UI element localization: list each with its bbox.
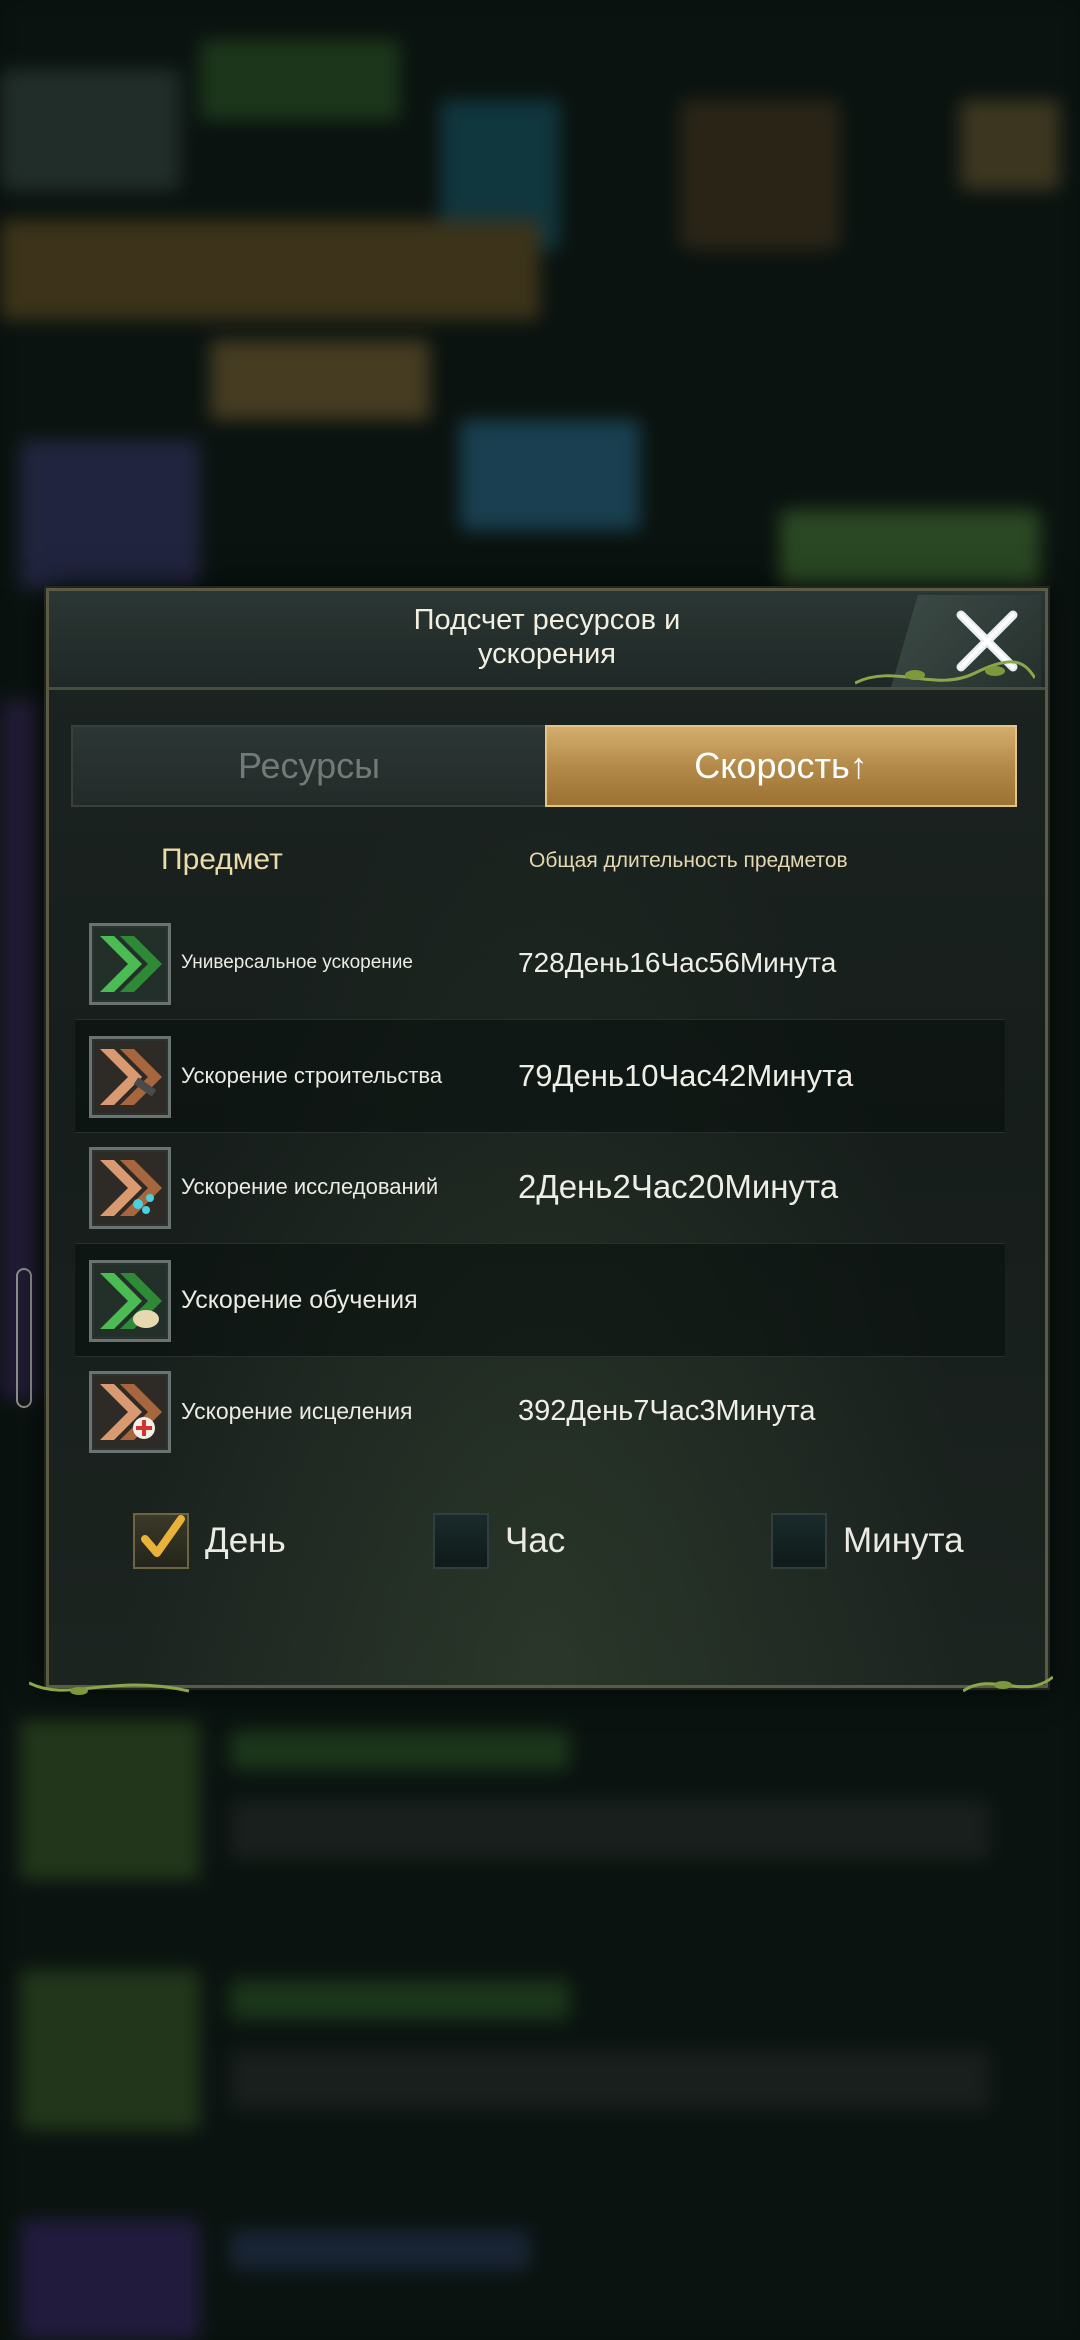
item-icon-frame <box>89 923 171 1005</box>
item-name: Ускорение строительства <box>181 1063 443 1088</box>
healing-speedup-icon <box>94 1376 166 1448</box>
minute-checkbox[interactable] <box>771 1513 827 1569</box>
item-icon-frame <box>89 1260 171 1342</box>
item-name: Универсальное ускорение <box>181 952 413 973</box>
checkmark-icon <box>141 1515 185 1557</box>
unit-minute-option[interactable]: Минута <box>771 1511 964 1571</box>
unit-day-option[interactable]: День <box>133 1511 286 1571</box>
unit-day-label: День <box>205 1521 286 1560</box>
side-handle[interactable] <box>16 1268 32 1408</box>
dialog-title-line1: Подсчет ресурсов и <box>413 604 681 636</box>
training-speedup-icon <box>94 1265 166 1337</box>
item-duration: 2День2Час20Минута <box>518 1168 839 1205</box>
universal-speedup-icon <box>94 928 166 1000</box>
list-item-research[interactable]: Ускорение исследований 2День2Час20Минута <box>75 1131 1005 1243</box>
list-item-construction[interactable]: Ускорение строительства 79День10Час42Мин… <box>75 1019 1005 1133</box>
list-item-healing[interactable]: Ускорение исцеления 392День7Час3Минута <box>75 1355 1005 1467</box>
hour-checkbox[interactable] <box>433 1513 489 1569</box>
item-name: Ускорение обучения <box>181 1285 418 1314</box>
unit-hour-label: Час <box>505 1521 566 1560</box>
vine-ornament <box>855 660 1035 685</box>
column-header-duration: Общая длительность предметов <box>529 849 848 872</box>
item-icon-frame <box>89 1147 171 1229</box>
item-name: Ускорение исследований <box>181 1174 439 1199</box>
speedup-summary-dialog: Подсчет ресурсов и ускорения Ресурсы Ско… <box>29 588 1053 1695</box>
day-checkbox[interactable] <box>133 1513 189 1569</box>
list-item-universal[interactable]: Универсальное ускорение 728День16Час56Ми… <box>75 907 1005 1019</box>
tab-bar: Ресурсы Скорость↑ <box>71 725 1017 807</box>
item-duration: 79День10Час42Минута <box>518 1058 854 1093</box>
vine-ornament-bottom-right <box>963 1675 1053 1693</box>
tab-speed[interactable]: Скорость↑ <box>545 725 1017 807</box>
dialog-header: Подсчет ресурсов и ускорения <box>49 591 1045 690</box>
vine-ornament-bottom-left <box>29 1681 189 1695</box>
unit-minute-label: Минута <box>843 1521 964 1560</box>
research-speedup-icon <box>94 1152 166 1224</box>
column-header-item: Предмет <box>161 843 283 876</box>
item-duration: 392День7Час3Минута <box>518 1394 816 1427</box>
item-icon-frame <box>89 1036 171 1118</box>
item-name: Ускорение исцеления <box>181 1397 413 1424</box>
tab-resources[interactable]: Ресурсы <box>71 725 547 807</box>
list-item-training[interactable]: Ускорение обучения <box>75 1243 1005 1357</box>
construction-speedup-icon <box>94 1041 166 1113</box>
item-duration: 728День16Час56Минута <box>518 947 837 978</box>
item-icon-frame <box>89 1371 171 1453</box>
unit-hour-option[interactable]: Час <box>433 1511 565 1571</box>
